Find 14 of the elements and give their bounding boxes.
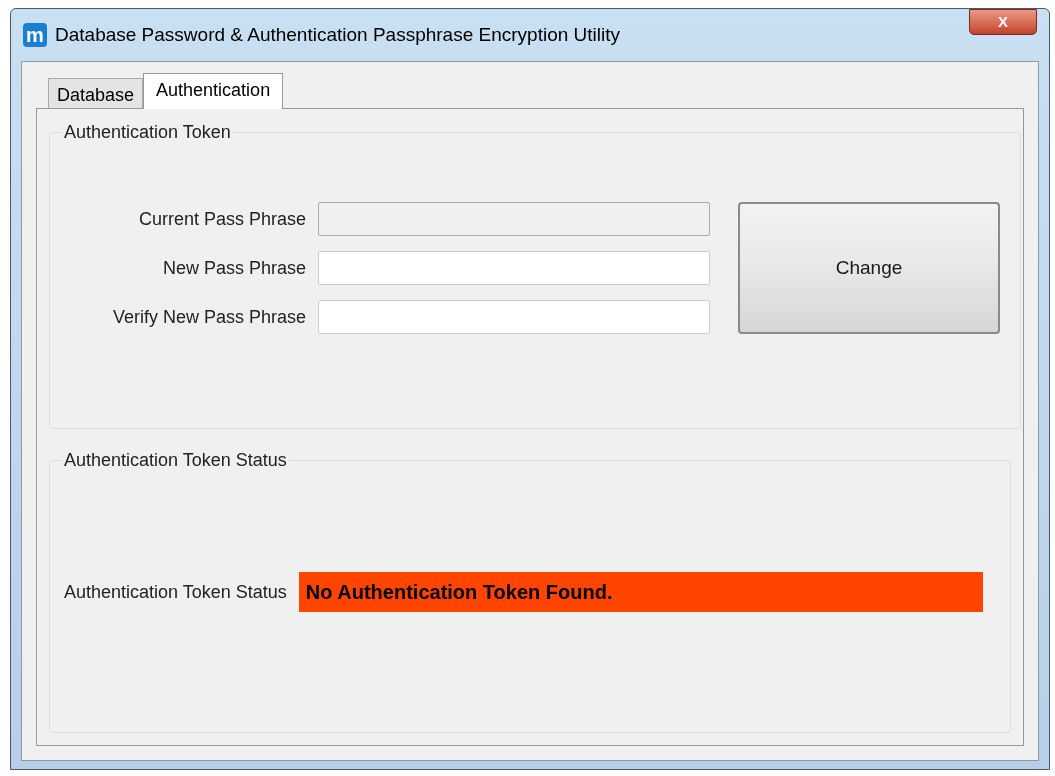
status-message: No Authentication Token Found. <box>298 572 983 612</box>
field-label: New Pass Phrase <box>161 256 306 280</box>
field-label: Verify New Pass Phrase <box>111 305 306 329</box>
app-logo-icon: m <box>23 23 47 47</box>
status-label: Authentication Token Status <box>64 580 287 604</box>
text-field[interactable] <box>318 300 710 334</box>
group-title: Authentication Token <box>63 121 232 144</box>
tab[interactable]: Database <box>48 78 144 108</box>
group-title: Authentication Token Status <box>63 449 288 472</box>
field-label: Current Pass Phrase <box>137 207 306 231</box>
window-title: Database Password & Authentication Passphrase Encryption Utility <box>55 22 621 47</box>
change-button[interactable]: Change <box>738 202 1000 334</box>
tab[interactable]: Authentication <box>143 73 284 109</box>
text-field[interactable] <box>318 251 710 285</box>
